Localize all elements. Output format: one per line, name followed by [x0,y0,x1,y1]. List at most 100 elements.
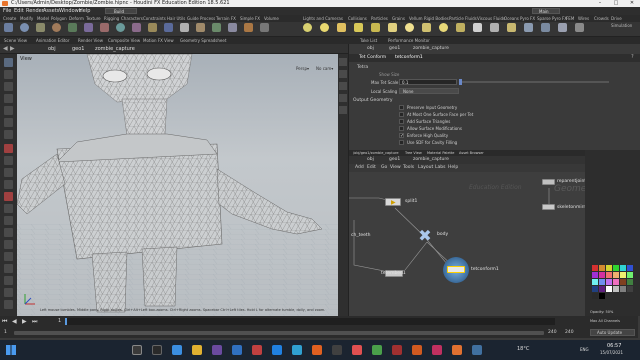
mail-icon[interactable] [232,345,242,355]
box-tool-icon[interactable] [4,23,13,32]
shelf-tab[interactable]: Rigging [104,15,119,22]
shelf-tab[interactable]: Oceans [504,15,519,22]
ambient-light-tool-icon[interactable] [507,23,516,32]
shelf-tab[interactable]: Modify [20,15,33,22]
shelf-tab[interactable]: Crowds [594,15,609,22]
color-swatch[interactable] [620,272,626,278]
color-swatch[interactable] [613,279,619,285]
pose-tool-icon[interactable] [4,118,13,127]
app-orange2-icon[interactable] [452,345,462,355]
slider-handle[interactable] [459,79,462,85]
step-back-icon[interactable]: ◀ [12,318,17,325]
weather-widget[interactable]: 18°C [517,346,529,352]
color-swatch[interactable] [613,265,619,271]
shelf-tab[interactable]: Simple FX [240,15,260,22]
clock-date[interactable]: 15/07/2021 [600,350,623,355]
file-tool-icon[interactable] [260,23,269,32]
rotate-tool-icon[interactable] [4,82,13,91]
search-icon[interactable] [132,345,142,355]
shelf-tab[interactable]: Particles [371,15,388,22]
houdini-taskbar-icon[interactable] [412,345,422,355]
app-dark-icon[interactable] [332,345,342,355]
node-skeletonmirror[interactable] [542,204,555,210]
lasso-icon[interactable] [4,240,13,249]
gi-light-tool-icon[interactable] [456,23,465,32]
max-tet-scale-field[interactable]: 0.1 [399,79,457,85]
geometry-light-tool-icon[interactable] [371,23,380,32]
select-tool-icon[interactable] [4,58,13,67]
shelf-tab[interactable]: Volume [264,15,279,22]
shelf-tab[interactable]: Collisions [348,15,367,22]
grid-tool-icon[interactable] [68,23,77,32]
visual-studio-icon[interactable] [212,345,222,355]
color-palette[interactable] [592,265,638,305]
windows-start-icon[interactable] [6,345,16,355]
move-tool-icon[interactable] [4,70,13,79]
tab-animation-editor[interactable]: Animation Editor [36,37,70,44]
display-options-icon[interactable] [339,58,347,66]
point-light-tool-icon[interactable] [320,23,329,32]
menu-help[interactable]: Help [79,7,90,15]
lighting-icon[interactable] [339,70,347,78]
checkbox[interactable] [399,119,404,124]
playhead[interactable] [65,318,67,325]
spray-paint-tool-icon[interactable] [180,23,189,32]
jump-start-icon[interactable]: ⏮ [2,318,7,326]
shelf-tab[interactable]: Constraints [143,15,166,22]
color-swatch[interactable] [599,265,605,271]
torus-tool-icon[interactable] [52,23,61,32]
color-swatch[interactable] [606,265,612,271]
menu-edit[interactable]: Edit [14,7,24,15]
section-output-geometry[interactable]: Output Geometry [353,98,393,103]
menu-render[interactable]: Render [26,7,44,15]
max-tet-scale-slider[interactable] [459,79,609,85]
shelf-tab[interactable]: Create [3,15,16,22]
sky-light-tool-icon[interactable] [439,23,448,32]
color-swatch[interactable] [627,286,633,292]
group-select-icon[interactable] [4,288,13,297]
shelf-tab[interactable]: Viscous Fluids [477,15,505,22]
main-select[interactable]: Main [532,8,560,14]
node-split[interactable]: ▶ [385,198,401,206]
l-system-tool-icon[interactable] [228,23,237,32]
menu-assets[interactable]: Assets [43,7,59,15]
paint-select-icon[interactable] [4,252,13,261]
shelf-tab[interactable]: Characters [121,15,143,22]
metaball-tool-icon[interactable] [244,23,253,32]
platonic-tool-icon[interactable] [212,23,221,32]
scale-tool-icon[interactable] [4,94,13,103]
locate-icon[interactable] [4,264,13,273]
local-scaling-select[interactable]: None [399,88,459,94]
tab-performance-monitor[interactable]: Performance Monitor [388,37,430,44]
tab-motion-fx-view[interactable]: Motion FX View [143,37,174,44]
app-maroon-icon[interactable] [392,345,402,355]
color-swatch[interactable] [606,279,612,285]
app-orange-icon[interactable] [352,345,362,355]
path-geo[interactable]: geo1 [72,46,85,52]
shelf-tab[interactable]: Vellum [409,15,423,22]
section-tetra[interactable]: Tetra [357,65,368,70]
connectivity-icon[interactable] [4,300,13,309]
shelf-tab[interactable]: Particle Fluids [449,15,477,22]
color-swatch[interactable] [592,293,598,299]
edge-select-icon[interactable] [4,168,13,177]
distant-light-tool-icon[interactable] [405,23,414,32]
color-swatch[interactable] [592,272,598,278]
app-blue-icon[interactable] [292,345,302,355]
camera-menu[interactable]: No cam▾ [316,66,333,71]
help-icon[interactable]: ? [631,54,634,60]
maximize-button[interactable]: □ [608,0,624,7]
shelf-tab[interactable]: Terrain FX [216,15,236,22]
color-swatch[interactable] [620,286,626,292]
line-tool-icon[interactable] [100,23,109,32]
view-tool-icon[interactable] [4,130,13,139]
color-swatch[interactable] [627,279,633,285]
shelf-tab[interactable]: Texture [86,15,101,22]
color-swatch[interactable] [613,286,619,292]
params-path-node[interactable]: zombie_capture [413,46,449,51]
vr-camera-tool-icon[interactable] [541,23,550,32]
desktop-build-select[interactable]: Build [105,8,137,14]
shelf-tab[interactable]: Rigid Bodies [424,15,449,22]
tab-composite-view[interactable]: Composite View [108,37,140,44]
office-icon[interactable] [312,345,322,355]
